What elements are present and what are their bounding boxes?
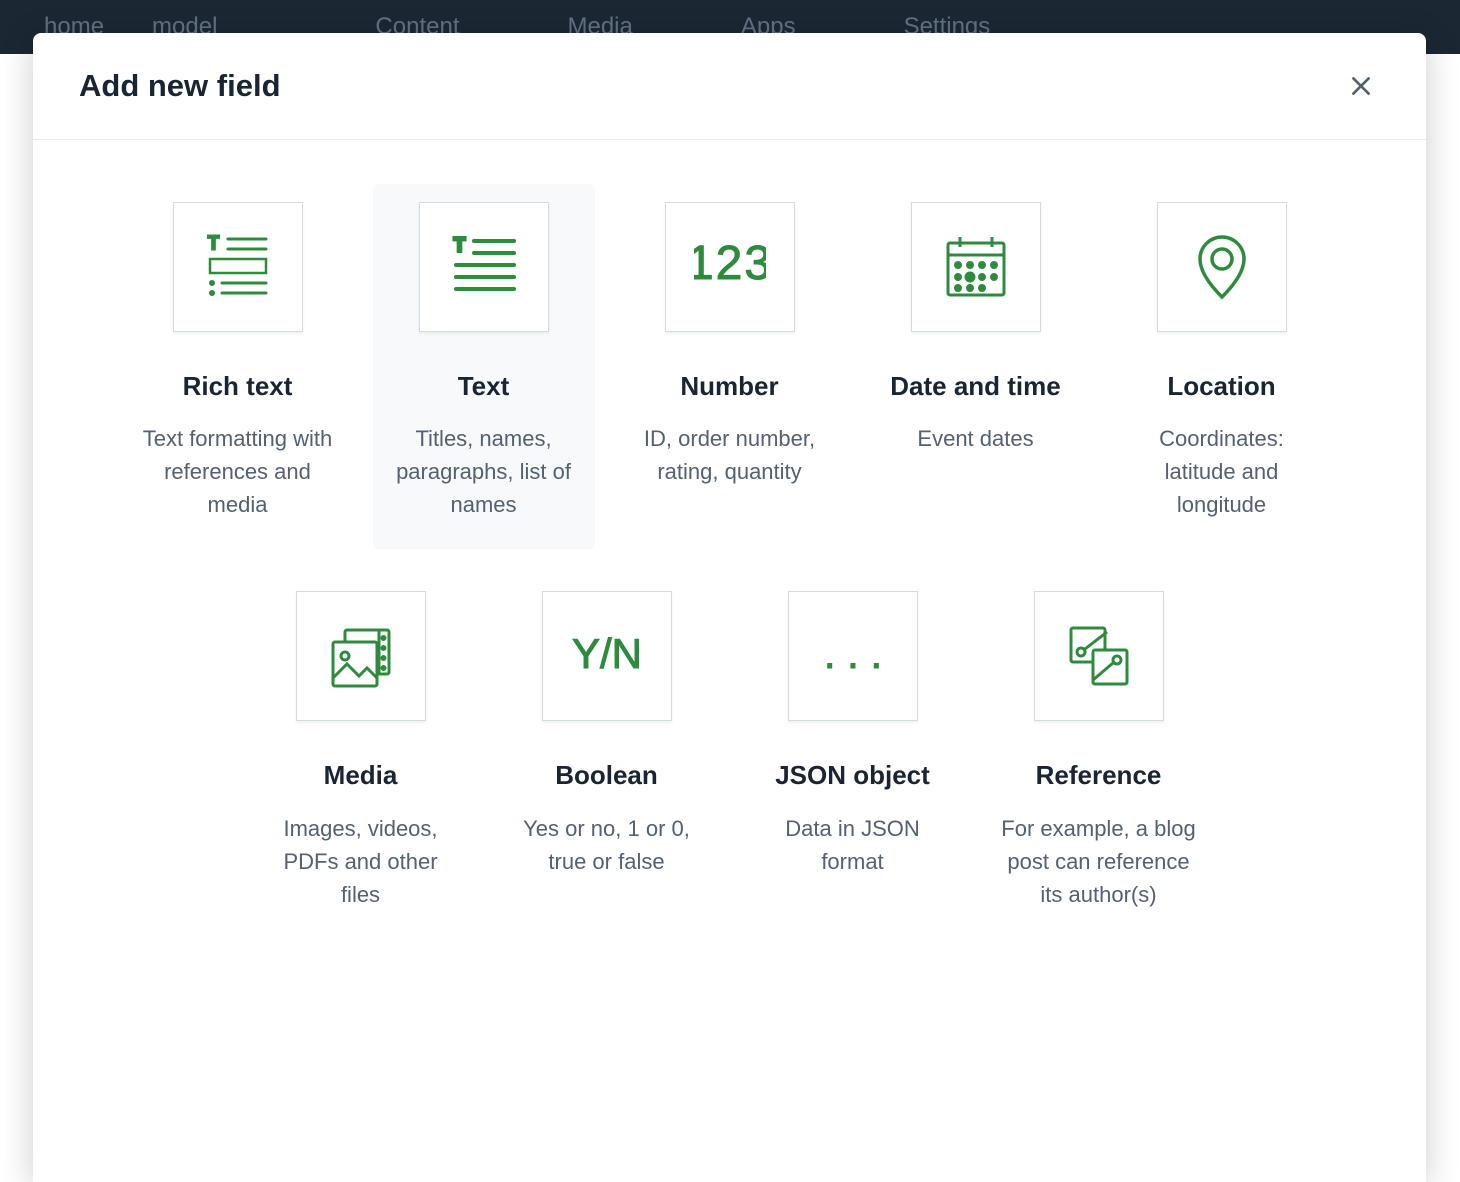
field-option-location[interactable]: Location Coordinates: latitude and longi…	[1111, 184, 1333, 549]
field-desc: Titles, names, paragraphs, list of names	[385, 422, 583, 521]
add-field-modal: Add new field T Rich text	[33, 33, 1426, 1182]
location-pin-icon	[1157, 202, 1287, 332]
text-icon: T	[419, 202, 549, 332]
field-title: JSON object	[754, 757, 952, 793]
modal-title: Add new field	[79, 68, 281, 104]
field-title: Reference	[1000, 757, 1198, 793]
field-title: Boolean	[508, 757, 706, 793]
reference-icon	[1034, 591, 1164, 721]
svg-text:Y/N: Y/N	[571, 630, 641, 677]
svg-text:{ . . . }: { . . . }	[817, 630, 889, 677]
field-desc: Data in JSON format	[754, 812, 952, 878]
field-title: Text	[385, 368, 583, 404]
svg-text:T: T	[208, 233, 221, 253]
field-desc: Images, videos, PDFs and other files	[262, 812, 460, 911]
field-desc: For example, a blog post can reference i…	[1000, 812, 1198, 911]
boolean-icon: Y/N	[542, 591, 672, 721]
field-option-number[interactable]: 123 Number ID, order number, rating, qua…	[619, 184, 841, 549]
field-title: Number	[631, 368, 829, 404]
field-title: Location	[1123, 368, 1321, 404]
field-title: Media	[262, 757, 460, 793]
modal-header: Add new field	[33, 33, 1426, 140]
field-option-rich-text[interactable]: T Rich text Text formatting with referen…	[127, 184, 349, 549]
field-option-json[interactable]: { . . . } JSON object Data in JSON forma…	[742, 573, 964, 938]
field-option-text[interactable]: T Text Titles, names, paragraphs, list o…	[373, 184, 595, 549]
field-desc: Event dates	[877, 422, 1075, 455]
modal-body: T Rich text Text formatting with referen…	[33, 140, 1426, 1182]
field-option-media[interactable]: Media Images, videos, PDFs and other fil…	[250, 573, 472, 938]
field-desc: ID, order number, rating, quantity	[631, 422, 829, 488]
close-icon	[1348, 73, 1374, 99]
field-option-date-time[interactable]: Date and time Event dates	[865, 184, 1087, 549]
field-desc: Yes or no, 1 or 0, true or false	[508, 812, 706, 878]
field-option-reference[interactable]: Reference For example, a blog post can r…	[988, 573, 1210, 938]
number-icon: 123	[665, 202, 795, 332]
json-icon: { . . . }	[788, 591, 918, 721]
field-option-boolean[interactable]: Y/N Boolean Yes or no, 1 or 0, true or f…	[496, 573, 718, 938]
svg-text:123: 123	[694, 237, 766, 290]
close-button[interactable]	[1342, 67, 1380, 105]
media-icon	[296, 591, 426, 721]
field-desc: Text formatting with references and medi…	[139, 422, 337, 521]
svg-text:T: T	[454, 235, 467, 255]
field-title: Rich text	[139, 368, 337, 404]
calendar-icon	[911, 202, 1041, 332]
rich-text-icon: T	[173, 202, 303, 332]
field-desc: Coordinates: latitude and longitude	[1123, 422, 1321, 521]
field-title: Date and time	[877, 368, 1075, 404]
